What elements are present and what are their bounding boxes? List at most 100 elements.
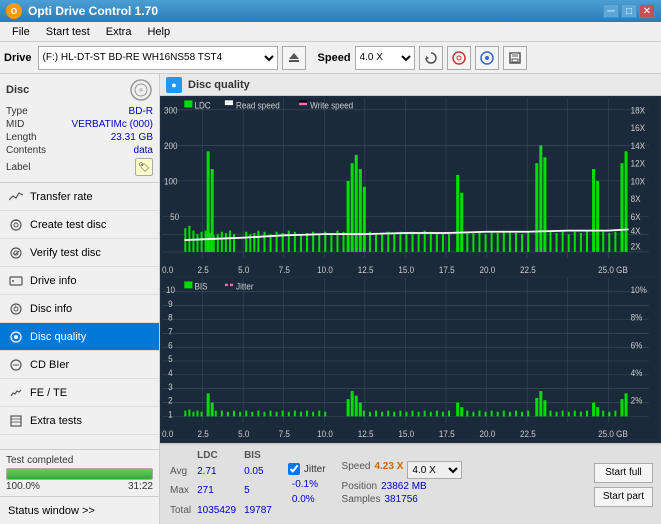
disc-type-val: BD-R	[129, 106, 153, 117]
jitter-label: Jitter	[304, 464, 326, 475]
svg-text:10.0: 10.0	[317, 428, 333, 439]
svg-text:25.0 GB: 25.0 GB	[598, 428, 628, 439]
disc-svg-icon	[129, 78, 153, 102]
status-window-button[interactable]: Status window >>	[0, 496, 159, 524]
svg-text:12.5: 12.5	[358, 428, 374, 439]
extra-tests-icon	[8, 413, 24, 429]
disc-quality-title: Disc quality	[188, 79, 250, 91]
max-ldc: 271	[195, 481, 242, 500]
disc-contents-val: data	[134, 145, 153, 156]
progress-bar-inner	[7, 469, 152, 479]
jitter-checkbox[interactable]	[288, 463, 300, 475]
disc-contents-key: Contents	[6, 145, 46, 156]
total-bis: 19787	[242, 501, 280, 520]
svg-text:17.5: 17.5	[439, 428, 455, 439]
svg-text:100: 100	[164, 176, 178, 187]
total-row: Total 1035429 19787	[168, 501, 280, 520]
svg-text:Write speed: Write speed	[310, 100, 353, 111]
nav-cd-bier-label: CD BIer	[30, 359, 69, 371]
toolbar: Drive (F:) HL-DT-ST BD-RE WH16NS58 TST4 …	[0, 42, 661, 74]
save-icon-button[interactable]	[503, 46, 527, 70]
nav-verify-test-disc[interactable]: Verify test disc	[0, 239, 159, 267]
app-title: Opti Drive Control 1.70	[28, 4, 158, 18]
disc-type-key: Type	[6, 106, 28, 117]
nav-extra-tests-label: Extra tests	[30, 415, 82, 427]
nav-fe-te[interactable]: FE / TE	[0, 379, 159, 407]
start-part-button[interactable]: Start part	[594, 487, 653, 507]
svg-text:BIS: BIS	[194, 281, 207, 292]
svg-text:4: 4	[168, 367, 173, 378]
menu-file[interactable]: File	[4, 24, 38, 40]
maximize-button[interactable]: □	[621, 4, 637, 18]
disc-section: Disc Type BD-R MID VERBATIMc (000) Lengt…	[0, 74, 159, 183]
create-test-disc-icon	[8, 217, 24, 233]
samples-row: Samples 381756	[342, 494, 463, 505]
svg-text:20.0: 20.0	[479, 428, 495, 439]
svg-text:22.5: 22.5	[520, 265, 536, 276]
svg-text:18X: 18X	[631, 105, 646, 116]
svg-text:0.0: 0.0	[162, 428, 173, 439]
nav-drive-info[interactable]: Drive info	[0, 267, 159, 295]
svg-text:12.5: 12.5	[358, 265, 374, 276]
svg-text:15.0: 15.0	[398, 265, 414, 276]
eject-button[interactable]	[282, 46, 306, 70]
drive-select[interactable]: (F:) HL-DT-ST BD-RE WH16NS58 TST4	[38, 46, 278, 70]
start-full-button[interactable]: Start full	[594, 463, 653, 483]
menu-start-test[interactable]: Start test	[38, 24, 98, 40]
nav-transfer-rate[interactable]: Transfer rate	[0, 183, 159, 211]
charts-area: 300 200 100 50 0.0 2.5 5.0 7.5 10.0 12.5…	[160, 96, 661, 443]
app-icon: O	[6, 3, 22, 19]
jitter-avg: -0.1%	[288, 479, 326, 490]
svg-text:Jitter: Jitter	[236, 281, 254, 292]
svg-text:10%: 10%	[631, 284, 647, 295]
svg-text:5.0: 5.0	[238, 428, 249, 439]
nav-transfer-rate-label: Transfer rate	[30, 191, 93, 203]
svg-text:20.0: 20.0	[479, 265, 495, 276]
ldc-chart-svg: 300 200 100 50 0.0 2.5 5.0 7.5 10.0 12.5…	[162, 98, 659, 276]
avg-label: Avg	[168, 462, 195, 481]
verify-test-disc-icon	[8, 245, 24, 261]
svg-text:25.0 GB: 25.0 GB	[598, 265, 628, 276]
burn-icon-button[interactable]	[475, 46, 499, 70]
ldc-header: LDC	[195, 449, 242, 462]
svg-text:Read speed: Read speed	[236, 100, 280, 111]
nav-create-test-disc[interactable]: Create test disc	[0, 211, 159, 239]
svg-text:22.5: 22.5	[520, 428, 536, 439]
svg-text:2%: 2%	[631, 395, 643, 406]
svg-text:15.0: 15.0	[398, 428, 414, 439]
disc-label-key: Label	[6, 162, 30, 173]
svg-text:7: 7	[168, 326, 173, 337]
disc-mid-row: MID VERBATIMc (000)	[6, 119, 153, 130]
svg-text:4%: 4%	[631, 367, 643, 378]
title-bar: O Opti Drive Control 1.70 ─ □ ✕	[0, 0, 661, 22]
svg-text:3: 3	[168, 381, 173, 392]
menu-help[interactable]: Help	[139, 24, 178, 40]
disc-quality-header-icon: ●	[166, 77, 182, 93]
refresh-button[interactable]	[419, 46, 443, 70]
bis-header: BIS	[242, 449, 280, 462]
nav-cd-bier[interactable]: CD BIer	[0, 351, 159, 379]
progress-label: Test completed	[6, 455, 73, 466]
minimize-button[interactable]: ─	[603, 4, 619, 18]
speed-current: 4.23 X	[374, 461, 403, 479]
speed-target-select[interactable]: 4.0 X	[407, 461, 462, 479]
window-controls: ─ □ ✕	[603, 4, 655, 18]
progress-bar-outer	[6, 468, 153, 480]
nav-extra-tests[interactable]: Extra tests	[0, 407, 159, 435]
nav-disc-quality-label: Disc quality	[30, 331, 86, 343]
disc-type-row: Type BD-R	[6, 106, 153, 117]
svg-text:1: 1	[168, 409, 173, 420]
close-button[interactable]: ✕	[639, 4, 655, 18]
main-content: Disc Type BD-R MID VERBATIMc (000) Lengt…	[0, 74, 661, 524]
menu-extra[interactable]: Extra	[98, 24, 140, 40]
speed-select[interactable]: 4.0 X	[355, 46, 415, 70]
progress-time: 31:22	[128, 481, 153, 492]
disc-contents-row: Contents data	[6, 145, 153, 156]
svg-text:2.5: 2.5	[198, 428, 209, 439]
speed-row: Speed 4.23 X 4.0 X	[342, 461, 463, 479]
disc-section-title: Disc	[6, 84, 29, 96]
disc-icon-button[interactable]	[447, 46, 471, 70]
nav-disc-quality[interactable]: Disc quality	[0, 323, 159, 351]
svg-text:10: 10	[166, 284, 175, 295]
nav-disc-info[interactable]: i Disc info	[0, 295, 159, 323]
